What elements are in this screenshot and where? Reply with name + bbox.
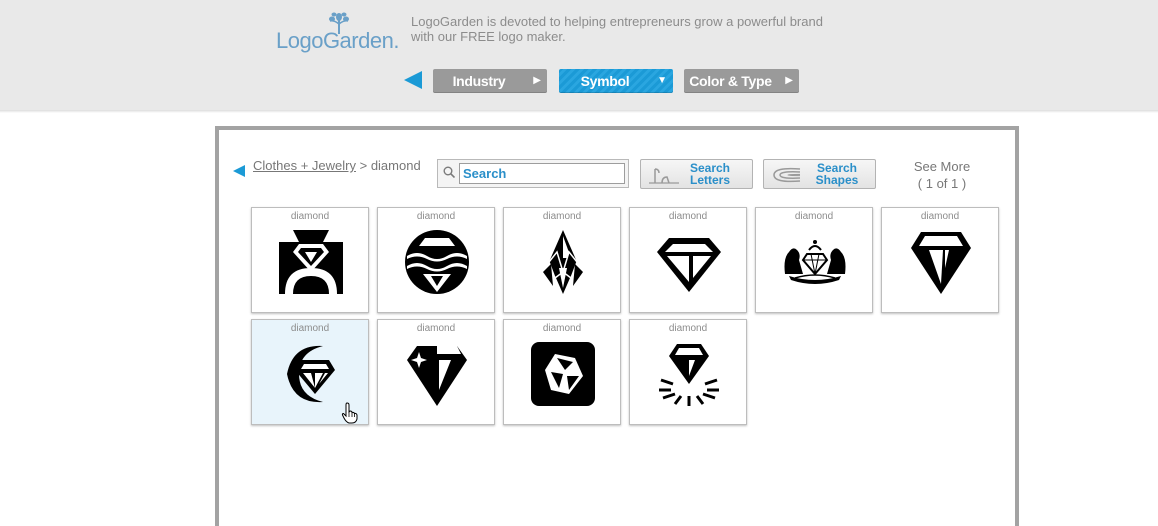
step-color-type-label: Color & Type (689, 73, 772, 89)
breadcrumb-parent-link[interactable]: Clothes + Jewelry (253, 158, 356, 173)
symbol-card[interactable]: diamond (881, 207, 999, 313)
symbol-caption: diamond (290, 323, 330, 334)
symbol-card[interactable]: diamond (755, 207, 873, 313)
search-input[interactable] (459, 163, 625, 184)
step-symbol-button[interactable]: Symbol ▼ (559, 69, 673, 93)
symbol-card[interactable]: diamond (377, 207, 495, 313)
shapes-icon (773, 167, 801, 183)
letters-icon (649, 168, 679, 184)
diamond-crystal-shards-icon (543, 230, 583, 294)
symbol-caption: diamond (542, 211, 582, 222)
symbol-card[interactable]: diamond (629, 207, 747, 313)
symbol-caption: diamond (416, 211, 456, 222)
search-shapes-button[interactable]: Search Shapes (763, 159, 876, 189)
diamond-circle-waves-icon (405, 230, 469, 294)
tagline: LogoGarden is devoted to helping entrepr… (411, 14, 823, 44)
step-symbol-label: Symbol (580, 73, 630, 89)
step-industry-button[interactable]: Industry ▶ (433, 69, 547, 93)
site-header: LogoGarden. LogoGarden is devoted to hel… (0, 0, 1158, 113)
symbol-card[interactable]: diamond (629, 319, 747, 425)
breadcrumb-current: diamond (370, 158, 421, 173)
diamond-crest-lions-icon (784, 240, 846, 284)
back-arrow-icon[interactable] (404, 71, 422, 89)
dropdown-arrow-icon: ▼ (657, 75, 667, 86)
symbol-caption: diamond (668, 211, 708, 222)
symbol-caption: diamond (416, 323, 456, 334)
logo-wordmark: LogoGarden. (276, 28, 399, 53)
breadcrumb-separator: > (359, 158, 368, 173)
symbol-caption: diamond (668, 323, 708, 334)
logogarden-logo[interactable]: LogoGarden. (276, 12, 399, 53)
symbol-card[interactable]: diamond (503, 319, 621, 425)
step-color-type-button[interactable]: Color & Type ▶ (684, 69, 799, 93)
diamond-burst-icon (659, 344, 719, 406)
symbol-caption: diamond (290, 211, 330, 222)
page-status: ( 1 of 1 ) (917, 176, 967, 191)
symbol-card[interactable]: diamond (503, 207, 621, 313)
diamond-ring-square-icon (279, 230, 343, 294)
breadcrumb: Clothes + Jewelry > diamond (253, 158, 421, 173)
diamond-crescent-icon (287, 345, 335, 403)
search-letters-button[interactable]: Search Letters (640, 159, 753, 189)
hand-cursor-icon (341, 402, 358, 424)
play-arrow-icon: ▶ (533, 75, 541, 86)
see-more-label: See More (913, 159, 971, 174)
search-letters-label-2: Letters (689, 173, 730, 187)
search-shapes-label-2: Shapes (815, 173, 859, 187)
diamond-faceted-icon (911, 232, 971, 294)
symbol-caption: diamond (920, 211, 960, 222)
search-box (437, 159, 629, 188)
search-icon (443, 166, 455, 178)
see-more[interactable]: See More ( 1 of 1 ) (902, 158, 982, 192)
diamond-sparkle-icon (407, 346, 467, 406)
symbol-card[interactable]: diamond (377, 319, 495, 425)
breadcrumb-back-icon[interactable] (233, 165, 245, 177)
gem-rounded-square-icon (531, 342, 595, 406)
symbol-caption: diamond (794, 211, 834, 222)
symbol-card[interactable]: diamond (251, 207, 369, 313)
play-arrow-icon: ▶ (785, 75, 793, 86)
step-industry-label: Industry (452, 73, 506, 89)
symbol-caption: diamond (542, 323, 582, 334)
diamond-outline-icon (657, 238, 721, 292)
